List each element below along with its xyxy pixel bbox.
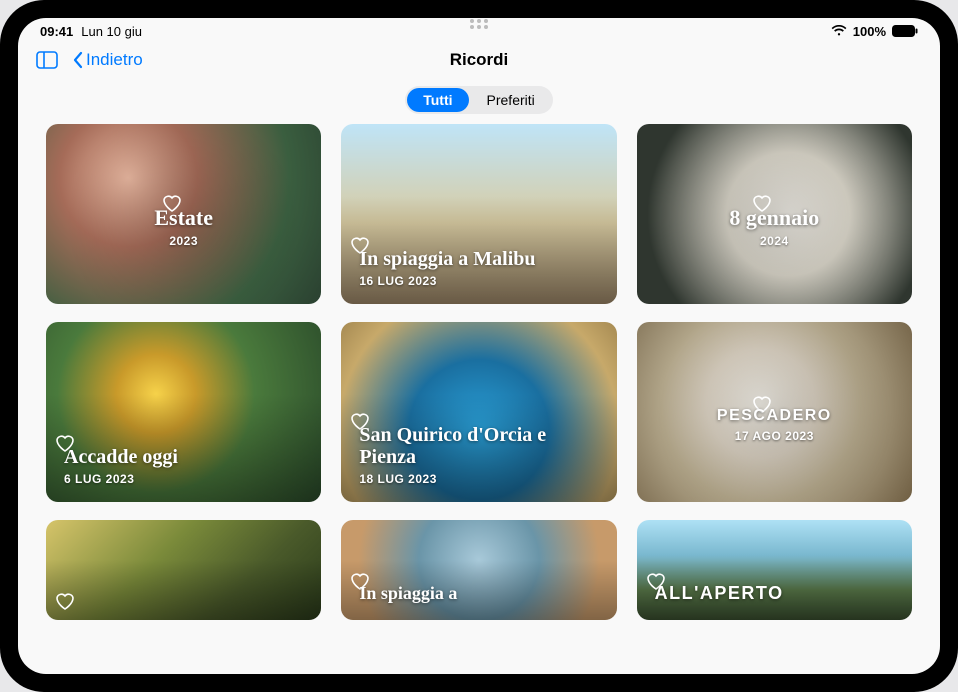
memory-title: Estate: [154, 206, 213, 230]
segment-favorites[interactable]: Preferiti: [471, 88, 551, 112]
memory-date: 16 LUG 2023: [359, 274, 598, 288]
memory-title: PESCADERO: [717, 407, 832, 425]
memory-card[interactable]: [46, 520, 321, 620]
back-label: Indietro: [86, 50, 143, 70]
memory-card[interactable]: 8 gennaio 2024: [637, 124, 912, 304]
memory-card[interactable]: In spiaggia a Malibu 16 LUG 2023: [341, 124, 616, 304]
memory-title: San Quirico d'Orcia e Pienza: [359, 424, 598, 468]
page-title: Ricordi: [450, 50, 509, 70]
memory-title: ALL'APERTO: [655, 584, 894, 604]
memory-card[interactable]: Accadde oggi 6 LUG 2023: [46, 322, 321, 502]
multitask-indicator[interactable]: [470, 18, 488, 30]
status-time: 09:41: [40, 24, 73, 39]
back-button[interactable]: Indietro: [72, 50, 143, 70]
memory-date: 18 LUG 2023: [359, 472, 598, 486]
memory-card[interactable]: In spiaggia a: [341, 520, 616, 620]
favorite-button[interactable]: [52, 588, 78, 614]
segment-all[interactable]: Tutti: [407, 88, 468, 112]
memory-date: 2023: [169, 234, 198, 248]
memory-date: 17 AGO 2023: [735, 429, 814, 443]
memory-title: 8 gennaio: [729, 206, 819, 230]
memory-card[interactable]: ALL'APERTO: [637, 520, 912, 620]
sidebar-toggle-button[interactable]: [36, 51, 58, 69]
memories-grid: Estate 2023 In spiaggia a Malibu 16 LUG …: [46, 124, 912, 502]
navigation-bar: Indietro Ricordi: [18, 40, 940, 80]
status-date: Lun 10 giu: [81, 24, 142, 39]
memories-grid-row-partial: In spiaggia a ALL'APERTO: [46, 520, 912, 620]
memory-title: Accadde oggi: [64, 446, 303, 468]
battery-icon: [892, 25, 918, 37]
memory-card[interactable]: San Quirico d'Orcia e Pienza 18 LUG 2023: [341, 322, 616, 502]
memory-title: In spiaggia a Malibu: [359, 248, 598, 270]
segmented-control: Tutti Preferiti: [18, 86, 940, 114]
battery-percent: 100%: [853, 24, 886, 39]
memory-date: 2024: [760, 234, 789, 248]
memory-title: In spiaggia a: [359, 584, 598, 604]
memory-card[interactable]: Estate 2023: [46, 124, 321, 304]
chevron-left-icon: [72, 51, 84, 69]
device-frame: 09:41 Lun 10 giu 100% Indiet: [0, 0, 958, 692]
screen: 09:41 Lun 10 giu 100% Indiet: [18, 18, 940, 674]
memory-card[interactable]: PESCADERO 17 AGO 2023: [637, 322, 912, 502]
memory-date: 6 LUG 2023: [64, 472, 303, 486]
memories-scroll[interactable]: Estate 2023 In spiaggia a Malibu 16 LUG …: [18, 124, 940, 674]
wifi-icon: [831, 25, 847, 37]
